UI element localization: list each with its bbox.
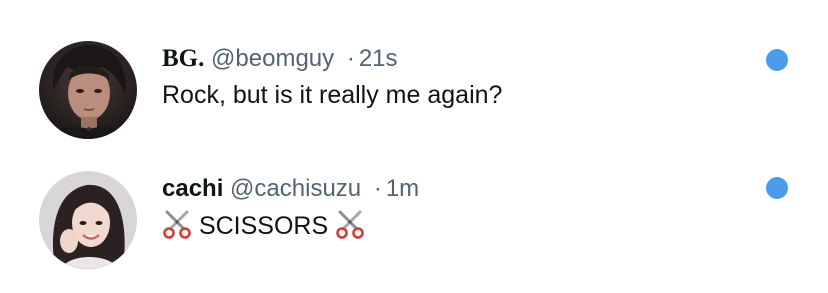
- notification-item[interactable]: cachi @cachisuzu · 1m SCISSORS: [0, 168, 828, 274]
- notification-text: SCISSORS: [198, 212, 329, 240]
- unread-indicator: [766, 49, 788, 71]
- scissors-icon: [162, 209, 192, 239]
- avatar[interactable]: [39, 41, 137, 139]
- user-handle[interactable]: @beomguy: [211, 45, 334, 72]
- scissors-icon: [335, 209, 365, 239]
- timestamp[interactable]: 21s: [359, 45, 398, 72]
- avatar[interactable]: [39, 171, 137, 269]
- notification-text: Rock, but is it really me again?: [162, 81, 503, 109]
- display-name[interactable]: cachi: [162, 175, 223, 202]
- display-name[interactable]: BG.: [162, 45, 204, 72]
- separator-dot: ·: [346, 45, 355, 72]
- notification-header: cachi @cachisuzu · 1m: [162, 174, 419, 204]
- timestamp[interactable]: 1m: [386, 175, 419, 202]
- notification-text-container: SCISSORS: [162, 209, 365, 242]
- user-handle[interactable]: @cachisuzu: [230, 175, 361, 202]
- notification-header: BG. @beomguy · 21s: [162, 44, 398, 74]
- separator-dot: ·: [373, 175, 382, 202]
- unread-indicator: [766, 177, 788, 199]
- notification-item[interactable]: BG. @beomguy · 21s Rock, but is it really…: [0, 38, 828, 144]
